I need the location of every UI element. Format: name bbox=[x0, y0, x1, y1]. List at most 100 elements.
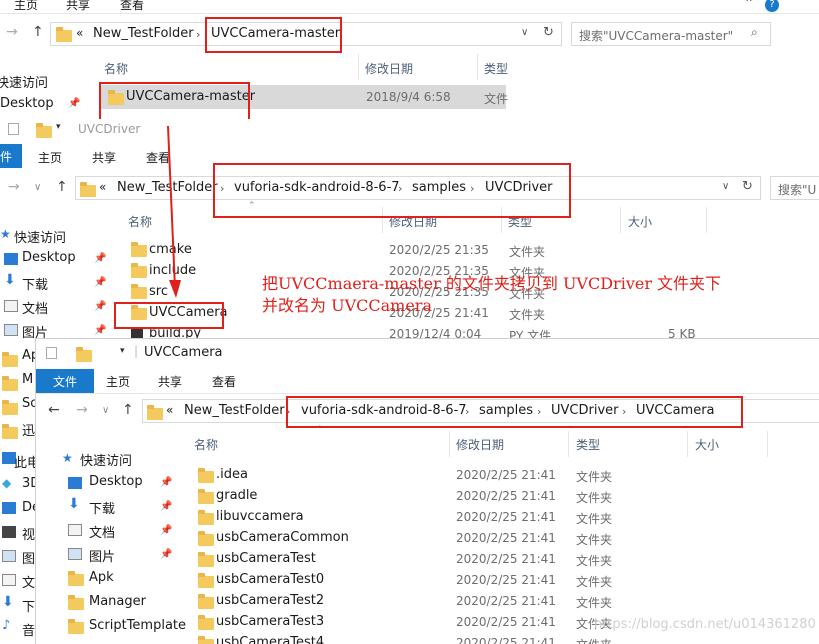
forward-arrow-icon[interactable]: → bbox=[8, 179, 20, 195]
documents-icon bbox=[2, 574, 16, 586]
tab-share[interactable]: 共享 bbox=[158, 373, 182, 390]
nav-quick-access[interactable]: 快速访问 bbox=[0, 72, 48, 91]
file-type: 文件夹 bbox=[576, 575, 613, 589]
refresh-icon[interactable]: ↻ bbox=[742, 179, 753, 194]
tab-share[interactable]: 共享 bbox=[66, 0, 90, 13]
nav-documents[interactable]: 文档 bbox=[89, 522, 115, 541]
folder-icon bbox=[68, 595, 84, 610]
tab-home[interactable]: 主页 bbox=[38, 149, 62, 166]
quick-access-dropdown-icon[interactable]: ▾ bbox=[120, 346, 125, 356]
annotation-line-2: 并改名为 UVCCamera bbox=[262, 296, 432, 315]
file-name: usbCameraTest3 bbox=[216, 614, 325, 629]
nav-downloads[interactable]: 下载 bbox=[89, 498, 115, 517]
breadcrumb-new-testfolder[interactable]: New_TestFolder bbox=[184, 403, 285, 418]
tab-view[interactable]: 查看 bbox=[212, 373, 236, 390]
nav-item-partial[interactable]: 迅 bbox=[22, 420, 35, 439]
nav-desktop[interactable]: Desktop bbox=[22, 250, 76, 265]
tab-file-label: 文件 bbox=[52, 375, 77, 389]
arrow-shaft bbox=[167, 125, 176, 289]
watermark: https://blog.csdn.net/u014361280 bbox=[594, 617, 816, 632]
column-header-type[interactable]: 类型 bbox=[484, 60, 508, 77]
folder-icon bbox=[198, 510, 214, 525]
window-title: UVCCamera bbox=[144, 345, 223, 360]
tab-share[interactable]: 共享 bbox=[92, 149, 116, 166]
video-icon bbox=[2, 526, 16, 538]
column-divider bbox=[449, 431, 450, 457]
3d-objects-icon: ◆ bbox=[2, 476, 12, 490]
folder-icon bbox=[2, 352, 18, 367]
file-type: 文件夹 bbox=[576, 636, 612, 644]
tab-view[interactable]: 查看 bbox=[120, 0, 144, 13]
forward-arrow-icon[interactable]: → bbox=[6, 24, 18, 40]
pictures-icon bbox=[68, 548, 82, 560]
nav-pictures[interactable]: 图片 bbox=[89, 546, 115, 565]
breadcrumb-overflow[interactable]: « bbox=[99, 180, 106, 194]
chevron-down-icon[interactable]: ∨ bbox=[102, 405, 109, 416]
folder-icon bbox=[198, 615, 214, 630]
tab-home[interactable]: 主页 bbox=[14, 0, 38, 13]
tab-file[interactable]: 件 bbox=[0, 144, 22, 168]
column-header-size[interactable]: 大小 bbox=[628, 213, 652, 230]
highlight-box bbox=[205, 17, 342, 53]
nav-item-partial[interactable]: 音 bbox=[22, 620, 35, 639]
nav-downloads[interactable]: 下载 bbox=[22, 274, 48, 293]
nav-desktop[interactable]: Desktop bbox=[89, 474, 143, 489]
chevron-down-icon[interactable]: ∨ bbox=[722, 181, 729, 192]
nav-scripttemplate[interactable]: ScriptTemplate bbox=[89, 618, 186, 633]
column-header-name[interactable]: 名称 bbox=[104, 60, 128, 77]
column-header-date[interactable]: 修改日期 bbox=[456, 436, 504, 453]
file-type: 文件夹 bbox=[576, 491, 613, 505]
tab-file[interactable]: 文件 bbox=[36, 369, 94, 393]
nav-item-partial[interactable]: 文 bbox=[22, 572, 35, 591]
nav-documents[interactable]: 文档 bbox=[22, 298, 48, 317]
folder-icon bbox=[80, 182, 96, 197]
column-divider bbox=[477, 54, 478, 80]
nav-item-partial[interactable]: 视 bbox=[22, 524, 35, 543]
documents-icon bbox=[4, 300, 18, 312]
column-header-name[interactable]: 名称 bbox=[194, 436, 218, 453]
nav-desktop[interactable]: Desktop bbox=[0, 96, 54, 111]
quick-access-dropdown-icon[interactable]: ▾ bbox=[56, 122, 61, 132]
column-header-name[interactable]: 名称 bbox=[128, 213, 152, 230]
chevron-down-icon[interactable]: ∨ bbox=[521, 27, 528, 38]
file-type: 文件夹 bbox=[576, 512, 613, 526]
forward-arrow-icon[interactable]: → bbox=[76, 402, 88, 418]
nav-item-partial[interactable]: M bbox=[22, 372, 33, 387]
breadcrumb-overflow[interactable]: « bbox=[76, 26, 83, 40]
nav-item-partial[interactable]: 下 bbox=[22, 596, 35, 615]
breadcrumb-new-testfolder[interactable]: New_TestFolder bbox=[93, 26, 194, 41]
nav-apk[interactable]: Apk bbox=[89, 570, 114, 585]
up-arrow-icon[interactable]: ↑ bbox=[122, 402, 134, 418]
tab-home[interactable]: 主页 bbox=[106, 373, 130, 390]
folder-icon bbox=[131, 242, 147, 257]
file-name: usbCameraTest4 bbox=[216, 635, 325, 644]
properties-icon[interactable] bbox=[46, 347, 57, 359]
music-icon: ♪ bbox=[2, 618, 11, 633]
search-icon[interactable]: ⌕ bbox=[751, 25, 758, 40]
column-divider bbox=[706, 207, 707, 233]
highlight-box bbox=[99, 82, 250, 124]
breadcrumb-overflow[interactable]: « bbox=[166, 403, 173, 417]
download-icon: ⬇ bbox=[68, 496, 80, 512]
back-arrow-icon[interactable]: ← bbox=[48, 402, 60, 418]
file-date: 2020/2/25 21:41 bbox=[456, 510, 556, 524]
column-divider bbox=[687, 431, 688, 457]
nav-quick-access[interactable]: 快速访问 bbox=[14, 227, 66, 246]
column-header-type[interactable]: 类型 bbox=[576, 436, 600, 453]
refresh-icon[interactable]: ↻ bbox=[543, 25, 554, 40]
separator: | bbox=[134, 344, 139, 358]
up-arrow-icon[interactable]: ↑ bbox=[32, 24, 44, 40]
pin-icon: 📌 bbox=[94, 277, 107, 288]
file-name: usbCameraTest2 bbox=[216, 593, 325, 608]
folder-icon bbox=[198, 489, 214, 504]
nav-manager[interactable]: Manager bbox=[89, 594, 146, 609]
column-header-size[interactable]: 大小 bbox=[695, 436, 719, 453]
chevron-down-icon[interactable]: ∨ bbox=[34, 182, 41, 193]
column-header-date[interactable]: 修改日期 bbox=[365, 60, 413, 77]
nav-quick-access[interactable]: 快速访问 bbox=[80, 450, 132, 469]
file-date: 2020/2/25 21:41 bbox=[456, 573, 556, 587]
nav-item-partial[interactable]: 图 bbox=[22, 548, 35, 567]
properties-icon[interactable] bbox=[8, 123, 19, 135]
chevron-up-icon[interactable]: ⌃ bbox=[744, 0, 754, 10]
up-arrow-icon[interactable]: ↑ bbox=[56, 179, 68, 195]
